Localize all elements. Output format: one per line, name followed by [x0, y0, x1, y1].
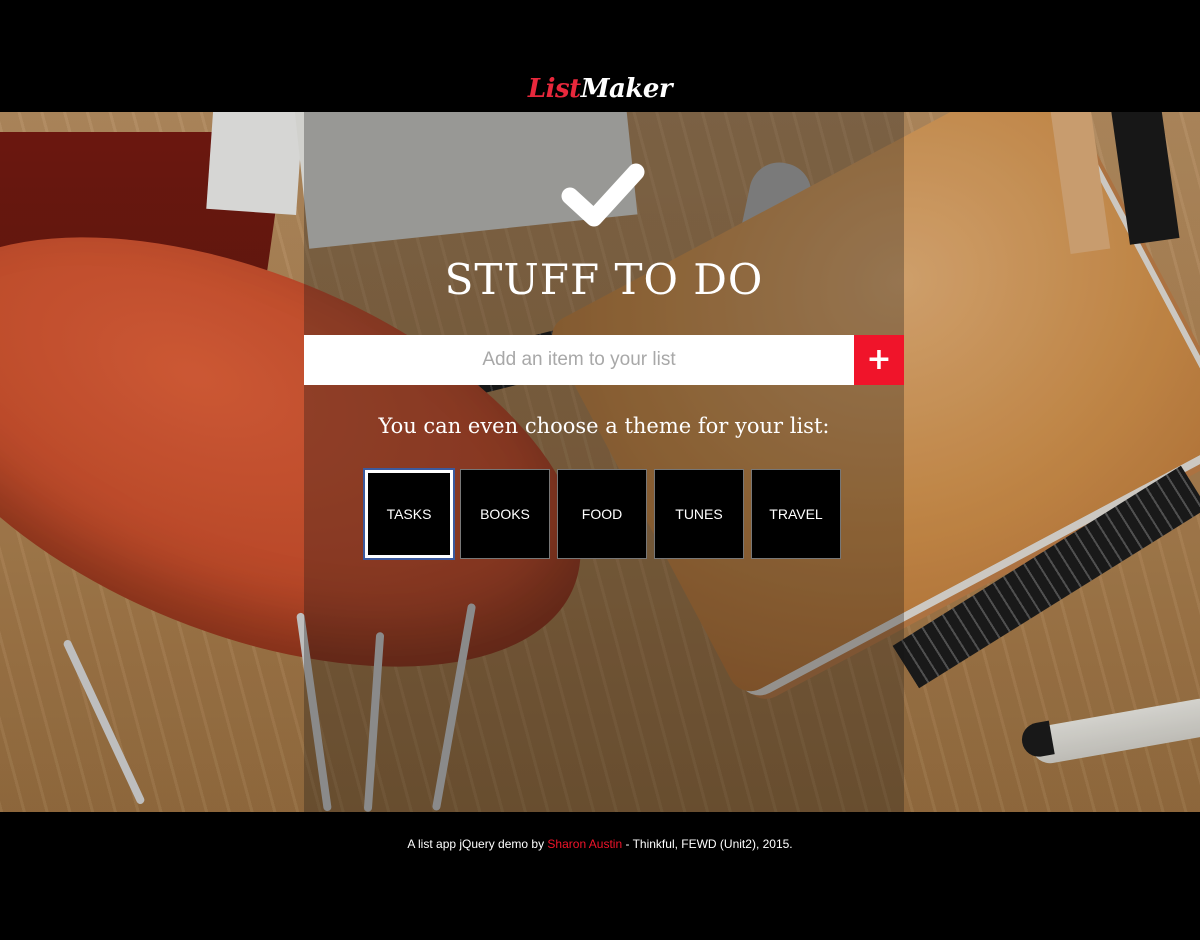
footer-credits: A list app jQuery demo by Sharon Austin …	[0, 835, 1200, 853]
add-item-button[interactable]: +	[854, 335, 904, 385]
theme-travel-button[interactable]: TRAVEL	[751, 469, 841, 559]
logo-maker-text: Maker	[580, 74, 673, 104]
theme-prompt: You can even choose a theme for your lis…	[378, 414, 830, 438]
theme-selector: TASKS BOOKS FOOD TUNES TRAVEL	[365, 469, 841, 559]
add-item-input[interactable]	[304, 335, 854, 385]
author-link[interactable]: Sharon Austin	[547, 837, 622, 851]
theme-tasks-button[interactable]: TASKS	[365, 470, 453, 558]
theme-food-button[interactable]: FOOD	[557, 469, 647, 559]
theme-label: BOOKS	[480, 506, 530, 522]
credits-prefix: A list app jQuery demo by	[407, 837, 548, 851]
add-item-form: +	[304, 335, 904, 385]
footer	[0, 812, 1200, 940]
theme-books-button[interactable]: BOOKS	[460, 469, 550, 559]
logo[interactable]: ListMaker	[0, 72, 1200, 106]
theme-label: TUNES	[675, 506, 723, 522]
theme-tunes-button[interactable]: TUNES	[654, 469, 744, 559]
theme-label: TASKS	[386, 506, 432, 522]
checkmark-icon	[561, 163, 645, 227]
logo-list-text: List	[527, 74, 581, 104]
theme-label: FOOD	[581, 506, 623, 522]
page: ListMaker STUFF TO DO + You can even cho…	[0, 0, 1200, 940]
theme-label: TRAVEL	[769, 506, 823, 522]
plus-icon: +	[866, 342, 892, 377]
page-title: STUFF TO DO	[444, 255, 764, 304]
credits-suffix: - Thinkful, FEWD (Unit2), 2015.	[622, 837, 793, 851]
